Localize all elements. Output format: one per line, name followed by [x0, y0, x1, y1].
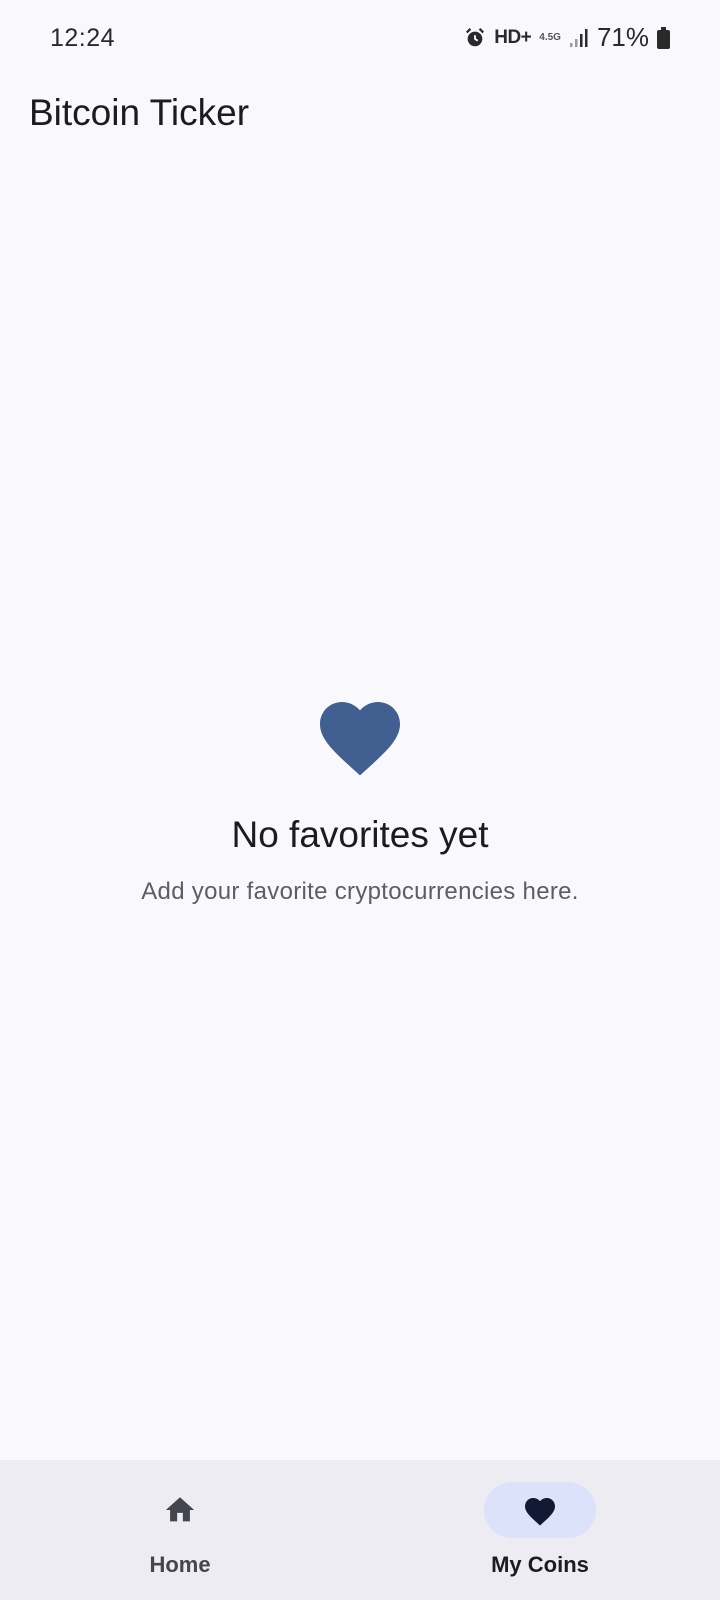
empty-state-subtitle: Add your favorite cryptocurrencies here. — [141, 878, 579, 905]
nav-label-home: Home — [149, 1552, 211, 1577]
network-type-indicator: 4.5G — [539, 32, 561, 43]
battery-icon — [657, 26, 670, 49]
nav-item-my-coins[interactable]: My Coins — [360, 1460, 720, 1600]
hd-plus-indicator: HD+ — [494, 26, 532, 48]
empty-state-title: No favorites yet — [231, 814, 489, 855]
home-icon — [165, 1497, 195, 1522]
app-title: Bitcoin Ticker — [29, 92, 250, 133]
nav-item-home[interactable]: Home — [0, 1460, 360, 1600]
battery-percent: 71% — [596, 22, 649, 52]
empty-state: No favorites yet Add your favorite crypt… — [0, 690, 720, 906]
bottom-navigation: Home My Coins — [0, 1460, 720, 1600]
status-bar: 12:24 HD+ 4.5G 71% — [0, 0, 720, 80]
screen: 12:24 HD+ 4.5G 71% Bitcoin Ticker No fav… — [0, 0, 720, 1600]
nav-home-indicator — [124, 1482, 236, 1538]
status-time: 12:24 — [50, 24, 116, 52]
signal-icon — [569, 28, 589, 48]
status-icons: HD+ 4.5G 71% — [464, 22, 670, 53]
alarm-icon — [464, 27, 486, 49]
heart-icon — [525, 1498, 555, 1526]
heart-icon — [320, 702, 400, 776]
nav-active-indicator — [484, 1482, 596, 1538]
network-type-label: 4.5G — [539, 32, 561, 43]
nav-label-my-coins: My Coins — [491, 1552, 589, 1577]
